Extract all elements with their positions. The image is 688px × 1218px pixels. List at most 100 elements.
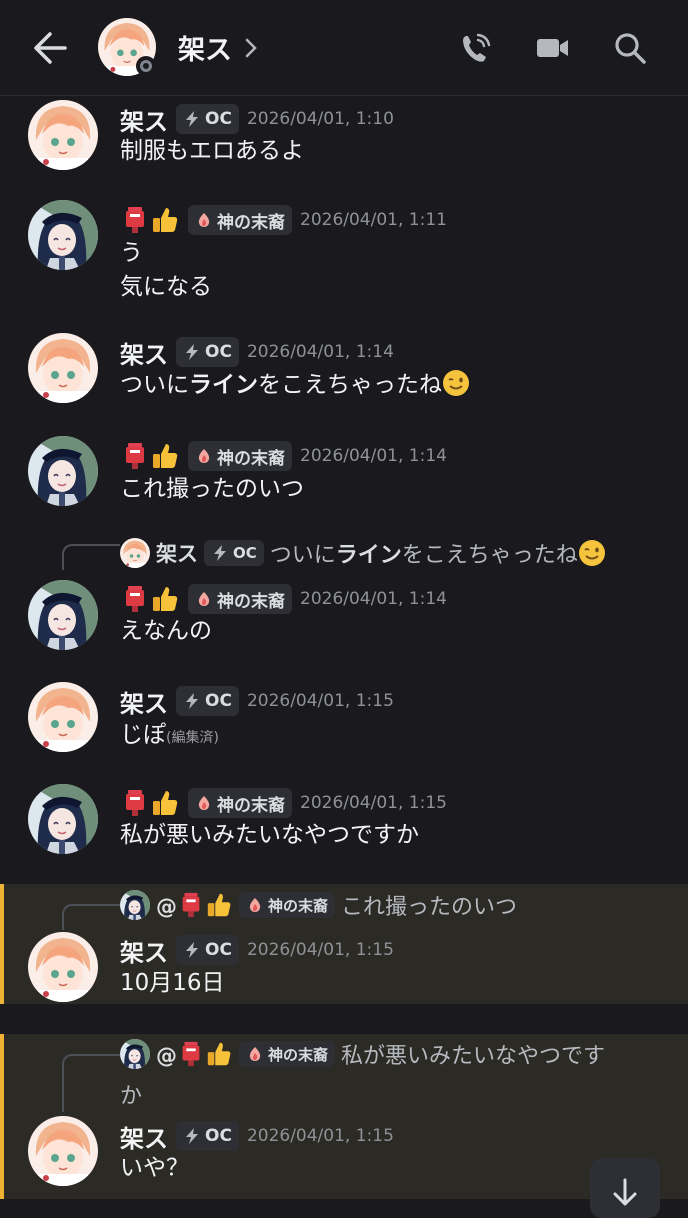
- tag-label: 神の末裔: [268, 1045, 329, 1064]
- phone-icon[interactable]: [458, 30, 494, 66]
- highlight-bar: [0, 884, 4, 1004]
- reply-preview[interactable]: @ 神の末裔 私が悪いみたいなやつです: [120, 1037, 605, 1071]
- username-emoji[interactable]: [120, 441, 180, 471]
- reply-spine: [62, 1054, 120, 1112]
- postbox-icon: [120, 441, 150, 471]
- search-icon[interactable]: [612, 30, 648, 66]
- message-text: えなんの: [120, 618, 212, 644]
- lightning-icon: [183, 941, 201, 959]
- text-part: をこえちゃったね: [401, 543, 578, 568]
- mention-at: @: [156, 895, 177, 919]
- winking-face-icon: [578, 539, 606, 567]
- winking-face-icon: [442, 369, 470, 397]
- guild-tag: 神の末裔: [239, 892, 336, 918]
- drop-icon: [195, 794, 213, 812]
- reply-preview[interactable]: @ 神の末裔 これ撮ったのいつ: [120, 888, 517, 922]
- guild-tag[interactable]: 神の末裔: [188, 441, 292, 471]
- text-part: じぽ: [120, 722, 166, 748]
- jump-to-bottom-button[interactable]: [590, 1158, 660, 1218]
- tag-label: OC: [205, 342, 232, 362]
- tag-label: 神の末裔: [268, 896, 329, 915]
- reply-mention: @: [156, 891, 233, 919]
- reply-spine: [62, 904, 120, 930]
- username[interactable]: 架ス: [120, 933, 168, 968]
- reply-text-continued: か: [120, 1084, 143, 1109]
- tag-label: 神の末裔: [217, 795, 285, 816]
- reply-username: 架ス: [156, 542, 198, 566]
- tag-label: 神の末裔: [217, 212, 285, 233]
- lightning-icon: [211, 544, 229, 562]
- guild-tag[interactable]: OC: [176, 104, 239, 134]
- lightning-icon: [183, 1127, 201, 1145]
- guild-tag[interactable]: OC: [176, 1121, 239, 1151]
- video-camera-icon[interactable]: [534, 30, 570, 66]
- channel-header: 架ス: [0, 0, 688, 96]
- thumbs-up-icon: [150, 205, 180, 235]
- avatar[interactable]: [28, 1116, 98, 1186]
- timestamp: 2026/04/01, 1:14: [246, 342, 394, 362]
- guild-tag: OC: [204, 540, 264, 566]
- username-emoji[interactable]: [120, 205, 180, 235]
- highlight-bar: [0, 1034, 4, 1199]
- message-text: いや？: [120, 1155, 189, 1181]
- timestamp: 2026/04/01, 1:15: [246, 940, 394, 960]
- drop-icon: [246, 1045, 264, 1063]
- guild-tag[interactable]: 神の末裔: [188, 788, 292, 818]
- reply-avatar: [120, 538, 150, 568]
- drop-icon: [246, 896, 264, 914]
- avatar[interactable]: [28, 200, 98, 270]
- message-text: ついにラインをこえちゃったね: [120, 368, 470, 402]
- text-part: ついに: [120, 372, 189, 398]
- avatar[interactable]: [28, 932, 98, 1002]
- reply-avatar: [120, 1039, 150, 1069]
- reply-text: 私が悪いみたいなやつです: [341, 1044, 606, 1069]
- text-bold: ライン: [335, 543, 402, 568]
- guild-tag[interactable]: 神の末裔: [188, 584, 292, 614]
- postbox-icon: [120, 788, 150, 818]
- text-part: をこえちゃったね: [258, 372, 442, 398]
- avatar[interactable]: [28, 436, 98, 506]
- postbox-icon: [177, 891, 205, 919]
- username[interactable]: 架ス: [120, 335, 168, 370]
- tag-label: OC: [205, 691, 232, 711]
- timestamp: 2026/04/01, 1:10: [246, 109, 394, 129]
- drop-icon: [195, 590, 213, 608]
- mention-at: @: [156, 1044, 177, 1068]
- avatar[interactable]: [28, 784, 98, 854]
- back-arrow-icon[interactable]: [30, 28, 70, 68]
- username[interactable]: 架ス: [120, 102, 168, 137]
- thumbs-up-icon: [150, 584, 180, 614]
- chevron-right-icon[interactable]: [244, 37, 258, 59]
- guild-tag[interactable]: 神の末裔: [188, 205, 292, 235]
- message-text: 私が悪いみたいなやつですか: [120, 822, 419, 848]
- username-emoji[interactable]: [120, 584, 180, 614]
- text-part: ついに: [269, 543, 336, 568]
- username[interactable]: 架ス: [120, 684, 168, 719]
- avatar[interactable]: [28, 333, 98, 403]
- timestamp: 2026/04/01, 1:15: [246, 691, 394, 711]
- username-emoji[interactable]: [120, 788, 180, 818]
- message-text: これ撮ったのいつ: [120, 476, 304, 502]
- postbox-icon: [120, 205, 150, 235]
- username[interactable]: 架ス: [120, 1119, 168, 1154]
- timestamp: 2026/04/01, 1:14: [300, 589, 447, 609]
- thumbs-up-icon: [205, 1040, 233, 1068]
- timestamp: 2026/04/01, 1:15: [246, 1126, 394, 1146]
- tag-label: OC: [233, 544, 257, 562]
- guild-tag[interactable]: OC: [176, 337, 239, 367]
- thumbs-up-icon: [150, 441, 180, 471]
- guild-tag[interactable]: OC: [176, 686, 239, 716]
- guild-tag[interactable]: OC: [176, 935, 239, 965]
- avatar[interactable]: [28, 580, 98, 650]
- avatar[interactable]: [28, 682, 98, 752]
- timestamp: 2026/04/01, 1:15: [300, 793, 447, 813]
- reply-avatar: [120, 890, 150, 920]
- edited-label: (編集済): [166, 730, 219, 746]
- header-title[interactable]: 架ス: [178, 28, 232, 67]
- reply-preview[interactable]: 架ス OC ついにラインをこえちゃったね: [120, 536, 606, 570]
- drop-icon: [195, 447, 213, 465]
- avatar[interactable]: [28, 100, 98, 170]
- reply-mention: @: [156, 1040, 233, 1068]
- arrow-down-icon: [613, 1178, 637, 1206]
- drop-icon: [195, 211, 213, 229]
